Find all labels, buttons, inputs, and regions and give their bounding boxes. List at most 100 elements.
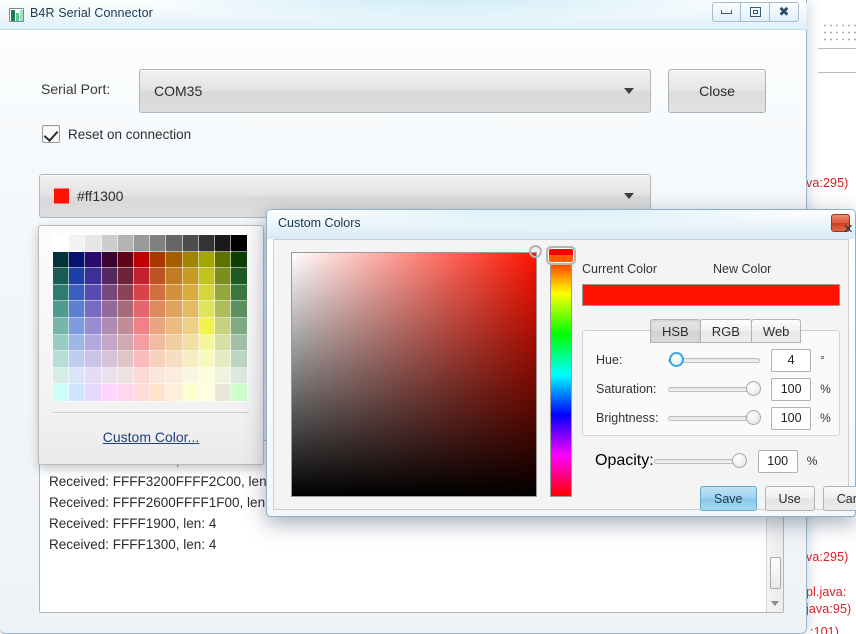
palette-swatch[interactable] [52, 267, 70, 286]
palette-swatch[interactable] [84, 334, 103, 352]
close-connection-button[interactable]: Close [668, 69, 766, 113]
opacity-value[interactable]: 100 [757, 449, 798, 473]
palette-swatch[interactable] [198, 367, 216, 385]
cancel-button[interactable]: Cancel [822, 486, 856, 511]
serial-port-dropdown[interactable]: COM35 [139, 69, 651, 113]
palette-swatch[interactable] [214, 317, 232, 336]
slider-thumb[interactable] [731, 453, 747, 468]
palette-swatch[interactable] [68, 251, 86, 269]
saturation-value[interactable]: 100 [771, 377, 812, 401]
palette-swatch[interactable] [133, 317, 151, 336]
palette-swatch[interactable] [149, 367, 167, 385]
palette-swatch[interactable] [117, 267, 135, 286]
palette-swatch[interactable] [101, 300, 119, 319]
palette-swatch[interactable] [52, 350, 70, 369]
tab-rgb[interactable]: RGB [699, 319, 752, 343]
palette-swatch[interactable] [149, 300, 167, 319]
palette-swatch[interactable] [84, 234, 103, 253]
palette-swatch[interactable] [101, 251, 119, 269]
palette-swatch[interactable] [181, 284, 200, 302]
palette-swatch[interactable] [214, 251, 232, 269]
palette-swatch[interactable] [149, 383, 167, 402]
tab-web[interactable]: Web [750, 319, 802, 343]
palette-swatch[interactable] [198, 334, 216, 352]
slider-thumb[interactable] [745, 410, 761, 425]
use-button[interactable]: Use [764, 486, 815, 511]
palette-swatch[interactable] [198, 251, 216, 269]
palette-swatch[interactable] [84, 267, 103, 286]
palette-swatch[interactable] [149, 284, 167, 302]
palette-swatch[interactable] [214, 383, 232, 402]
palette-swatch[interactable] [165, 284, 184, 302]
palette-swatch[interactable] [165, 334, 184, 352]
custom-color-link[interactable]: Custom Color... [39, 429, 263, 445]
palette-swatch[interactable] [133, 334, 151, 352]
reset-on-connection-checkbox[interactable]: Reset on connection [42, 125, 191, 143]
palette-swatch[interactable] [198, 317, 216, 336]
maximize-button[interactable] [741, 2, 770, 22]
palette-swatch[interactable] [101, 367, 119, 385]
palette-swatch[interactable] [101, 234, 119, 253]
palette-swatch[interactable] [149, 317, 167, 336]
palette-swatch[interactable] [149, 350, 167, 369]
palette-swatch[interactable] [198, 350, 216, 369]
minimize-button[interactable] [712, 2, 741, 22]
color-picker-cursor[interactable] [529, 245, 542, 258]
palette-swatch[interactable] [214, 284, 232, 302]
palette-swatch[interactable] [133, 251, 151, 269]
palette-swatch[interactable] [52, 284, 70, 302]
dialog-close-button[interactable]: ✕ [831, 214, 853, 236]
palette-swatch[interactable] [214, 234, 232, 253]
palette-swatch[interactable] [117, 334, 135, 352]
palette-swatch[interactable] [101, 267, 119, 286]
palette-swatch[interactable] [214, 300, 232, 319]
palette-swatch[interactable] [52, 317, 70, 336]
palette-swatch[interactable] [117, 317, 135, 336]
palette-swatch[interactable] [117, 350, 135, 369]
palette-swatch[interactable] [84, 317, 103, 336]
saturation-brightness-square[interactable] [291, 252, 537, 497]
palette-swatch[interactable] [101, 350, 119, 369]
hue-slider[interactable] [667, 352, 761, 367]
opacity-slider[interactable] [653, 453, 747, 468]
palette-swatch[interactable] [181, 317, 200, 336]
palette-swatch[interactable] [230, 367, 248, 385]
color-palette-grid[interactable] [52, 234, 248, 402]
hue-slider-bar[interactable] [550, 252, 572, 497]
palette-swatch[interactable] [52, 334, 70, 352]
brightness-value[interactable]: 100 [771, 406, 812, 430]
palette-swatch[interactable] [230, 350, 248, 369]
palette-swatch[interactable] [165, 267, 184, 286]
tab-hsb[interactable]: HSB [650, 319, 701, 343]
palette-swatch[interactable] [117, 284, 135, 302]
palette-swatch[interactable] [117, 251, 135, 269]
palette-swatch[interactable] [84, 251, 103, 269]
palette-swatch[interactable] [165, 367, 184, 385]
palette-swatch[interactable] [198, 284, 216, 302]
palette-swatch[interactable] [214, 334, 232, 352]
palette-swatch[interactable] [68, 334, 86, 352]
palette-swatch[interactable] [230, 284, 248, 302]
palette-swatch[interactable] [214, 267, 232, 286]
palette-swatch[interactable] [52, 383, 70, 402]
palette-swatch[interactable] [149, 234, 167, 253]
palette-swatch[interactable] [181, 334, 200, 352]
palette-swatch[interactable] [117, 367, 135, 385]
palette-swatch[interactable] [165, 300, 184, 319]
palette-swatch[interactable] [181, 383, 200, 402]
saturation-slider[interactable] [667, 381, 761, 396]
palette-swatch[interactable] [165, 383, 184, 402]
palette-swatch[interactable] [52, 367, 70, 385]
palette-swatch[interactable] [84, 367, 103, 385]
close-button[interactable]: ✖ [770, 2, 799, 22]
palette-swatch[interactable] [101, 317, 119, 336]
palette-swatch[interactable] [84, 300, 103, 319]
palette-swatch[interactable] [117, 234, 135, 253]
palette-swatch[interactable] [133, 234, 151, 253]
scrollbar-thumb[interactable] [770, 557, 781, 589]
palette-swatch[interactable] [149, 334, 167, 352]
palette-swatch[interactable] [84, 284, 103, 302]
palette-swatch[interactable] [181, 300, 200, 319]
palette-swatch[interactable] [133, 267, 151, 286]
palette-swatch[interactable] [149, 251, 167, 269]
